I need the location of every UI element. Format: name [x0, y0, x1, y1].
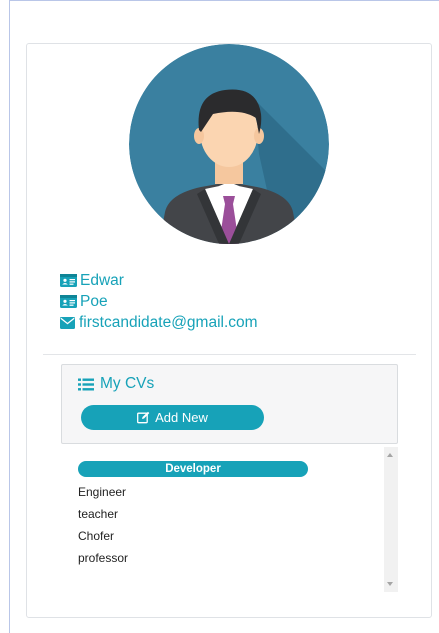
edit-icon	[137, 411, 150, 424]
first-name-row: Edwar	[60, 270, 258, 291]
frame-top-line	[9, 0, 439, 1]
email-text: firstcandidate@gmail.com	[79, 313, 258, 331]
cv-title-text: My CVs	[100, 375, 155, 392]
cv-item-active[interactable]: Developer	[78, 461, 308, 477]
frame-left-line	[9, 0, 10, 633]
scroll-up-icon[interactable]	[387, 453, 393, 457]
email-row: firstcandidate@gmail.com	[60, 312, 258, 333]
scroll-down-icon[interactable]	[387, 582, 393, 586]
list-icon	[78, 378, 94, 390]
cv-list[interactable]: Developer Engineer teacher Chofer profes…	[61, 447, 398, 592]
id-card-icon	[60, 295, 77, 308]
cv-items: Developer Engineer teacher Chofer profes…	[78, 461, 308, 569]
profile-card: Edwar Poe firstcandidate@gmail.com My CV…	[26, 43, 432, 618]
add-new-cv-button[interactable]: Add New	[81, 405, 264, 430]
user-avatar-icon	[129, 44, 329, 244]
profile-info: Edwar Poe firstcandidate@gmail.com	[60, 270, 258, 333]
scrollbar[interactable]	[384, 447, 398, 592]
cv-header-panel: My CVs Add New	[61, 364, 398, 444]
id-card-icon	[60, 274, 77, 287]
cv-item[interactable]: teacher	[78, 503, 308, 525]
last-name-text: Poe	[80, 292, 108, 310]
cv-item[interactable]: Engineer	[78, 481, 308, 503]
cv-item[interactable]: professor	[78, 547, 308, 569]
envelope-icon	[60, 316, 75, 329]
last-name-row: Poe	[60, 291, 258, 312]
add-new-label: Add New	[155, 410, 208, 425]
cv-title: My CVs	[78, 375, 154, 393]
first-name-text: Edwar	[80, 271, 124, 289]
cv-item[interactable]: Chofer	[78, 525, 308, 547]
divider	[43, 354, 416, 355]
